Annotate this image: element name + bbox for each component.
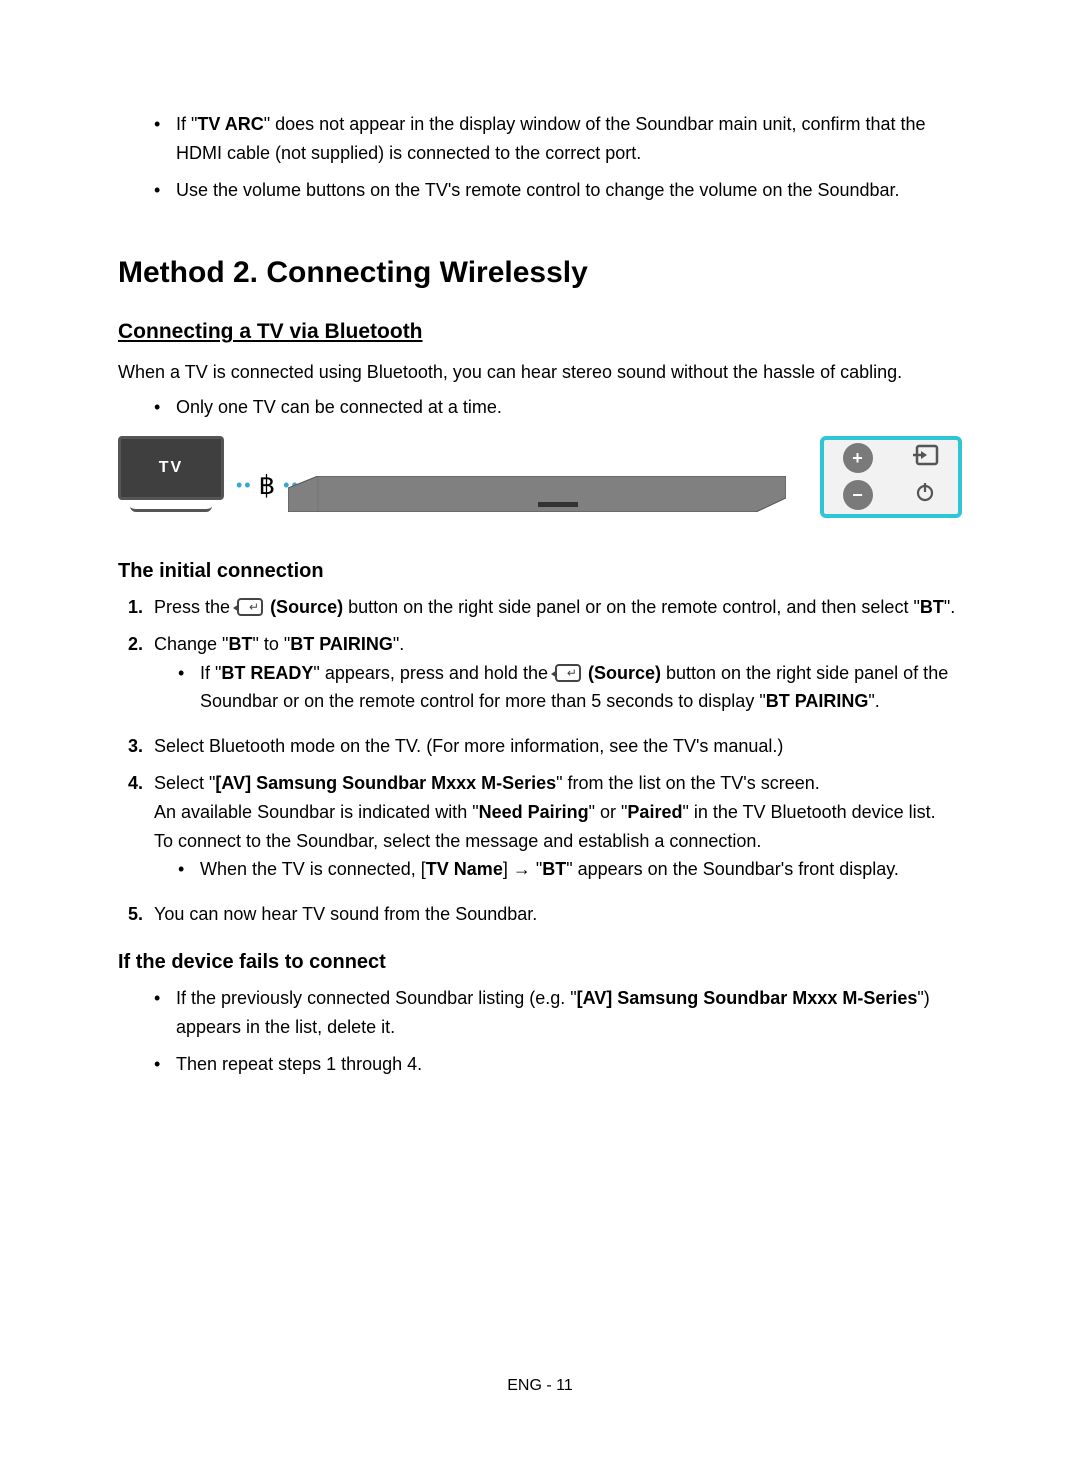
initial-connection-heading: The initial connection [118,560,962,583]
bullet-dot-icon [154,1050,176,1079]
note-text: Then repeat steps 1 through 4. [176,1050,962,1079]
tv-label: TV [159,459,183,477]
step-4: 4. Select "[AV] Samsung Soundbar Mxxx M-… [128,769,962,892]
tv-illustration: TV [118,436,224,512]
volume-down-control: − [824,477,891,514]
note-text: If "TV ARC" does not appear in the displ… [176,110,962,168]
source-control [891,440,958,477]
note-item: When the TV is connected, [TV Name] → "B… [178,855,962,884]
connection-diagram: TV ••฿•• + − [118,436,962,530]
step-number: 1. [128,593,154,622]
source-icon[interactable] [911,444,939,472]
fails-list: If the previously connected Soundbar lis… [154,984,962,1078]
step-number: 3. [128,732,154,761]
tv-screen: TV [118,436,224,500]
step-2-sub-list: If "BT READY" appears, press and hold th… [178,659,962,717]
note-text: If the previously connected Soundbar lis… [176,984,962,1042]
step-1: 1. Press the (Source) button on the righ… [128,593,962,622]
step-5: 5. You can now hear TV sound from the So… [128,900,962,929]
step-text: Select "[AV] Samsung Soundbar Mxxx M-Ser… [154,769,962,798]
step-text: To connect to the Soundbar, select the m… [154,827,962,856]
step-text: An available Soundbar is indicated with … [154,798,962,827]
intro-paragraph: When a TV is connected using Bluetooth, … [118,358,962,387]
volume-down-button[interactable]: − [843,480,873,510]
step-text: Select Bluetooth mode on the TV. (For mo… [154,732,962,761]
intro-notes-list: Only one TV can be connected at a time. [154,393,962,422]
source-icon [237,598,263,616]
step-text: Press the (Source) button on the right s… [154,593,962,622]
bullet-dot-icon [178,855,200,884]
soundbar-svg [288,476,786,512]
note-text: Only one TV can be connected at a time. [176,393,962,422]
volume-up-button[interactable]: + [843,443,873,473]
soundbar-illustration [288,476,786,512]
bullet-dot-icon [154,984,176,1042]
note-item: If the previously connected Soundbar lis… [154,984,962,1042]
subsection-heading-bluetooth: Connecting a TV via Bluetooth [118,320,962,344]
tv-stand [130,504,212,512]
bullet-dot-icon [178,659,200,717]
note-text: When the TV is connected, [TV Name] → "B… [200,855,962,884]
steps-list: 1. Press the (Source) button on the righ… [128,593,962,929]
page-footer: ENG - 11 [0,1377,1080,1395]
note-item: Then repeat steps 1 through 4. [154,1050,962,1079]
power-icon[interactable] [915,482,935,508]
top-notes-list: If "TV ARC" does not appear in the displ… [154,110,962,204]
step-number: 2. [128,630,154,724]
step-2: 2. Change "BT" to "BT PAIRING". If "BT R… [128,630,962,724]
step-text: Change "BT" to "BT PAIRING". [154,630,962,659]
step-number: 5. [128,900,154,929]
step-3: 3. Select Bluetooth mode on the TV. (For… [128,732,962,761]
note-item: Use the volume buttons on the TV's remot… [154,176,962,205]
soundbar-controls-callout: + − [820,436,962,518]
bullet-dot-icon [154,393,176,422]
page: If "TV ARC" does not appear in the displ… [0,0,1080,1479]
source-icon [555,664,581,682]
volume-up-control: + [824,440,891,477]
bluetooth-icon: ฿ [259,470,278,501]
power-control [891,477,958,514]
note-item: Only one TV can be connected at a time. [154,393,962,422]
step-text: You can now hear TV sound from the Sound… [154,900,962,929]
note-text: Use the volume buttons on the TV's remot… [176,176,962,205]
section-heading-method-2: Method 2. Connecting Wirelessly [118,256,962,290]
note-item: If "TV ARC" does not appear in the displ… [154,110,962,168]
step-4-sub-list: When the TV is connected, [TV Name] → "B… [178,855,962,884]
bullet-dot-icon [154,110,176,168]
note-item: If "BT READY" appears, press and hold th… [178,659,962,717]
bullet-dot-icon [154,176,176,205]
fails-heading: If the device fails to connect [118,951,962,974]
step-number: 4. [128,769,154,892]
note-text: If "BT READY" appears, press and hold th… [200,659,962,717]
